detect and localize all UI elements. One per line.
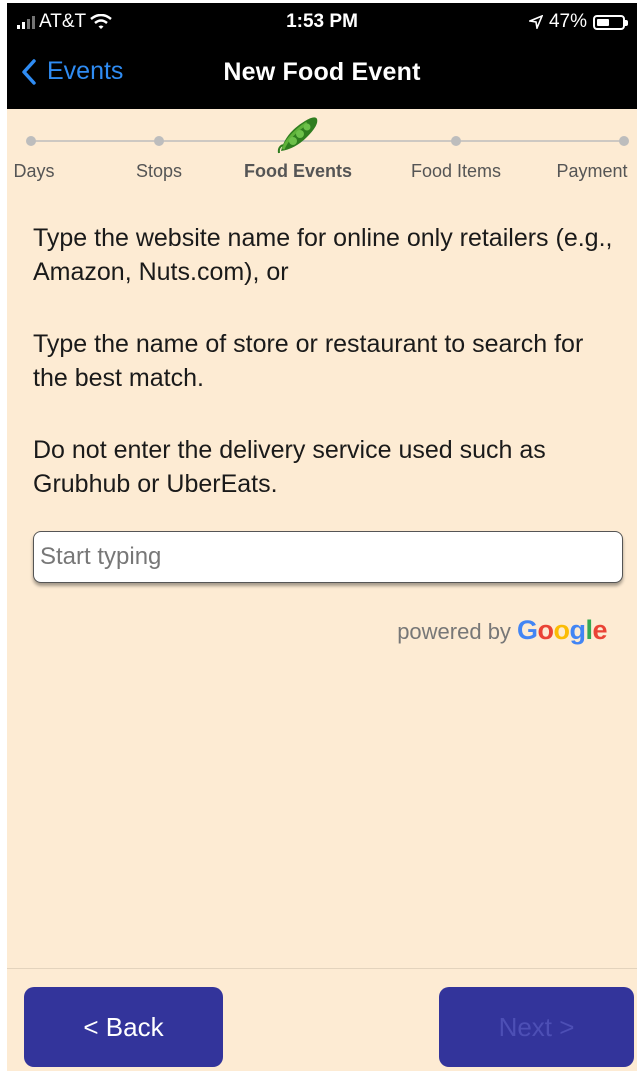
app-screen: 1:53 PM AT&T 47% Events New Food Event D… — [7, 3, 637, 1071]
google-logo: Google — [516, 615, 608, 645]
step-dot-payment — [619, 136, 629, 146]
place-search-input[interactable] — [33, 531, 623, 583]
step-payment[interactable]: Payment — [556, 161, 627, 182]
step-food-items[interactable]: Food Items — [411, 161, 501, 182]
carrier-label: AT&T — [39, 11, 87, 32]
bottom-bar: < Back Next > — [7, 968, 637, 1071]
instruction-store-search: Type the name of store or restaurant to … — [33, 330, 584, 392]
signal-icon — [17, 15, 35, 29]
step-dot-days — [26, 136, 36, 146]
powered-by-label: powered by — [397, 619, 511, 644]
battery-icon — [593, 14, 628, 30]
step-food-events[interactable]: Food Events — [244, 161, 352, 182]
powered-by-google: powered by Google — [397, 615, 607, 646]
progress-line — [26, 136, 629, 146]
top-bar: 1:53 PM AT&T 47% Events New Food Event — [7, 3, 637, 109]
instruction-online-retailers: Type the website name for online only re… — [33, 224, 613, 286]
status-left: AT&T — [17, 11, 112, 33]
page-title: New Food Event — [223, 58, 421, 86]
next-button[interactable]: Next > — [439, 987, 634, 1067]
step-stops[interactable]: Stops — [136, 161, 182, 182]
instruction-delivery-note: Do not enter the delivery service used s… — [33, 436, 546, 498]
back-button[interactable]: < Back — [24, 987, 223, 1067]
step-dot-food-items — [451, 136, 461, 146]
location-arrow-icon — [528, 15, 543, 29]
step-days[interactable]: Days — [13, 161, 54, 182]
wifi-icon — [90, 14, 112, 29]
step-dot-stops — [154, 136, 164, 146]
battery-percent: 47% — [548, 11, 587, 32]
pea-pod-icon — [277, 117, 318, 154]
status-right: 47% — [528, 11, 628, 33]
progress-steps: Days Stops Food Events Food Items Paymen… — [7, 109, 637, 189]
